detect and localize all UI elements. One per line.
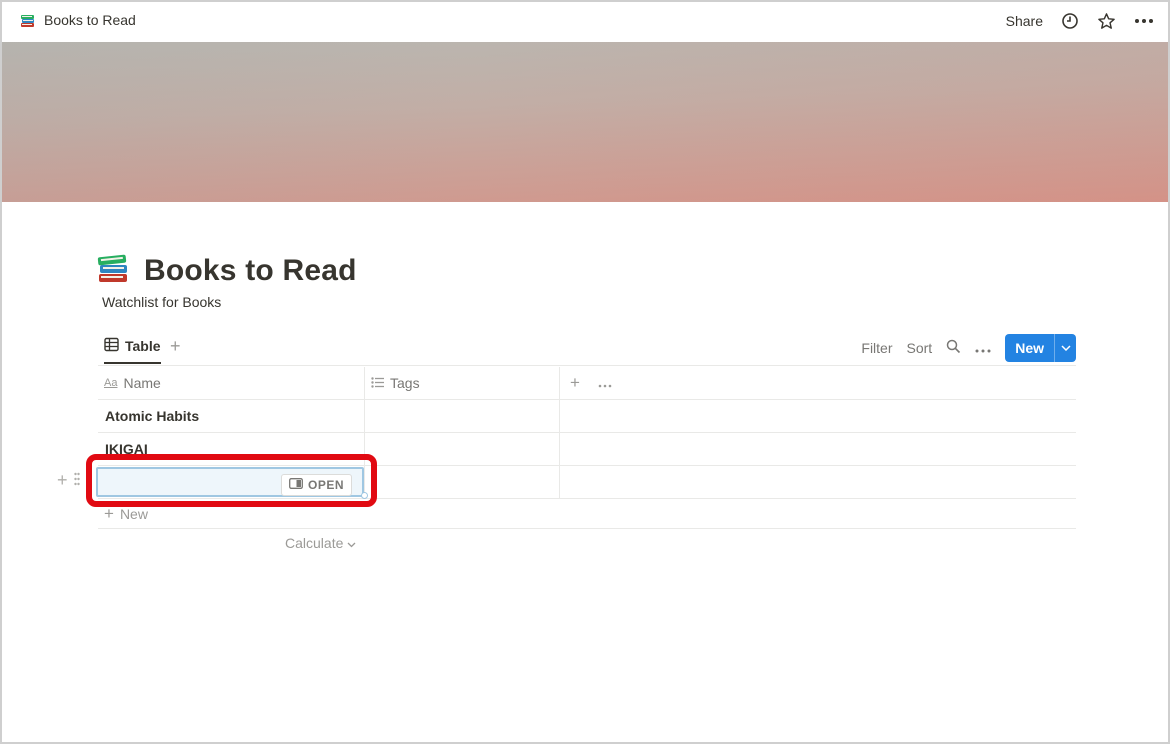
- tags-cell[interactable]: [365, 466, 560, 498]
- topbar-actions: Share: [1006, 10, 1154, 32]
- page-header: Books to Read: [96, 250, 357, 291]
- tab-table-label: Table: [125, 338, 161, 354]
- favorite-star-icon[interactable]: [1097, 10, 1116, 32]
- chevron-down-icon: [347, 535, 356, 551]
- filter-button[interactable]: Filter: [861, 340, 892, 356]
- search-icon[interactable]: [946, 339, 961, 357]
- breadcrumb[interactable]: Books to Read: [20, 12, 136, 28]
- app-window: Books to Read Share Books to Read Watchl…: [0, 0, 1170, 744]
- table-icon: [104, 337, 119, 355]
- column-tags-label: Tags: [390, 375, 420, 391]
- view-toolbar: Table + Filter Sort New: [98, 332, 1076, 366]
- cover-image[interactable]: [2, 42, 1168, 202]
- table-header: Aa Name Tags +: [98, 367, 1076, 400]
- view-more-icon[interactable]: [975, 340, 991, 356]
- chevron-down-icon[interactable]: [1054, 334, 1076, 362]
- breadcrumb-title: Books to Read: [44, 12, 136, 28]
- list-property-icon: [371, 375, 384, 391]
- tags-cell[interactable]: [365, 433, 560, 465]
- books-icon: [20, 12, 36, 28]
- add-row-icon[interactable]: +: [57, 470, 68, 491]
- add-view-icon[interactable]: +: [170, 336, 181, 356]
- books-emoji-icon[interactable]: [96, 250, 132, 291]
- empty-cell: [560, 400, 1076, 432]
- history-icon[interactable]: [1061, 10, 1079, 32]
- sort-button[interactable]: Sort: [907, 340, 933, 356]
- calculate-button[interactable]: Calculate: [285, 535, 356, 551]
- text-property-icon: Aa: [104, 377, 118, 389]
- column-name-label: Name: [123, 375, 161, 391]
- column-header-tags[interactable]: Tags: [365, 367, 560, 399]
- share-button[interactable]: Share: [1006, 10, 1043, 32]
- view-actions: Filter Sort New: [861, 334, 1076, 362]
- empty-cell: [560, 466, 1076, 498]
- more-options-icon[interactable]: [1134, 10, 1154, 32]
- new-row-label: New: [119, 505, 148, 522]
- calculate-label: Calculate: [285, 535, 344, 551]
- tab-table[interactable]: Table: [104, 337, 161, 364]
- column-header-name[interactable]: Aa Name: [98, 367, 365, 399]
- row-handles: +: [57, 470, 80, 491]
- new-button[interactable]: New: [1005, 334, 1076, 362]
- table-row[interactable]: Atomic Habits: [98, 400, 1076, 433]
- page-title[interactable]: Books to Read: [144, 254, 357, 288]
- new-button-label[interactable]: New: [1005, 334, 1054, 362]
- plus-icon: +: [104, 503, 114, 523]
- add-property-icon[interactable]: +: [570, 373, 580, 393]
- new-row-button[interactable]: + New: [98, 499, 1076, 529]
- column-header-actions: +: [560, 367, 1076, 399]
- empty-cell: [560, 433, 1076, 465]
- top-bar: Books to Read Share: [2, 2, 1168, 42]
- property-more-icon[interactable]: [598, 375, 612, 391]
- drag-handle-icon[interactable]: [73, 470, 80, 491]
- page-description[interactable]: Watchlist for Books: [102, 294, 221, 310]
- tags-cell[interactable]: [365, 400, 560, 432]
- name-cell[interactable]: Atomic Habits: [98, 400, 365, 432]
